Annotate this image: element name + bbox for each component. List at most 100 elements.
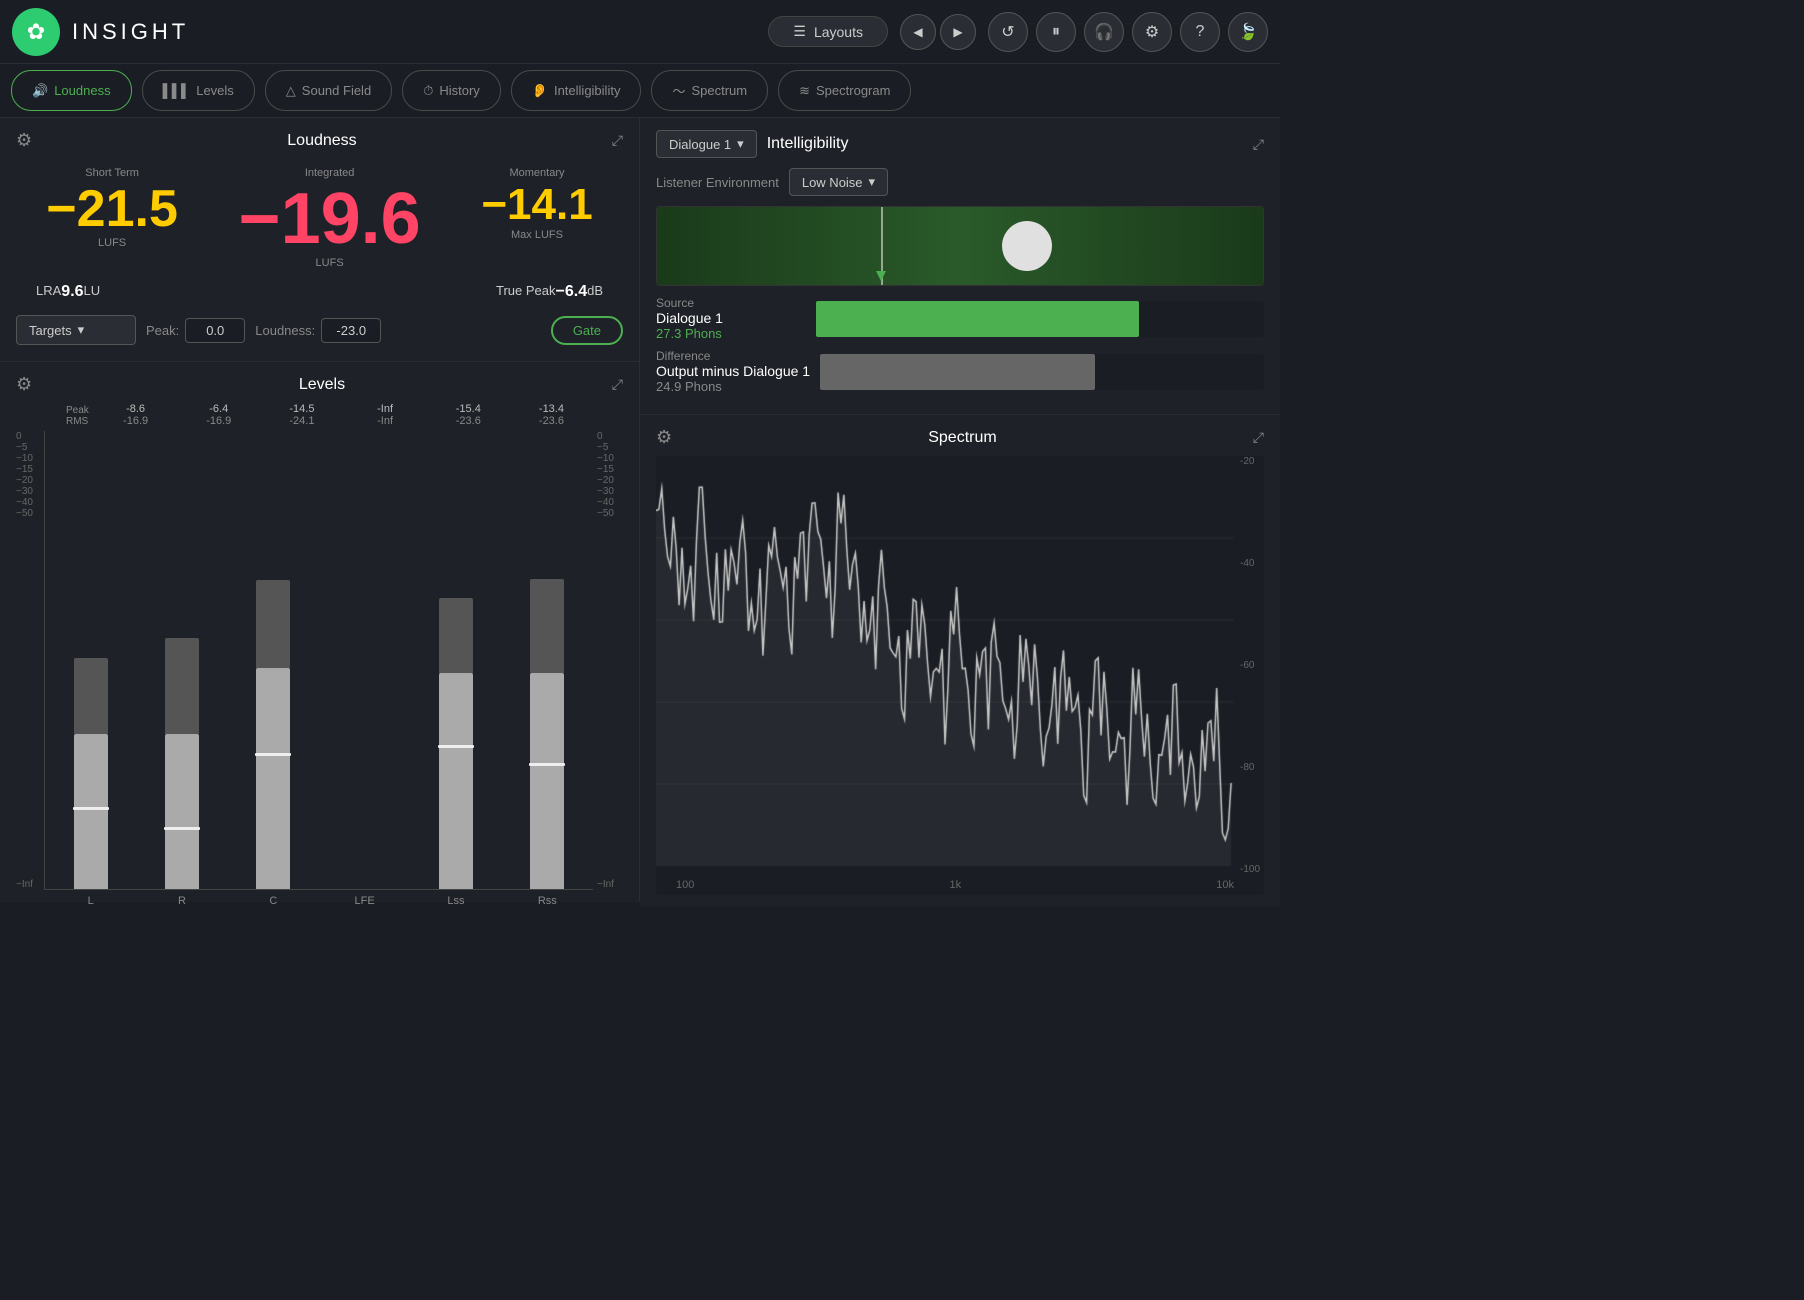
spectrum-chart: -20 -40 -60 -80 -100 100 1k 10k <box>656 456 1264 895</box>
listener-env-dropdown[interactable]: Low Noise ▾ <box>789 168 888 196</box>
bar-rms-r <box>165 734 199 889</box>
diff-bar-container <box>820 354 1264 390</box>
bar-rms-c <box>256 668 290 889</box>
loudness-expand-icon[interactable]: ⤢ <box>612 132 623 149</box>
rms-row-label: RMS <box>66 416 94 427</box>
loudness-header: ⚙ Loudness ⤢ <box>16 130 623 151</box>
bar-peak-rss <box>530 579 564 672</box>
bar-group-r: R <box>136 431 227 889</box>
dialogue-dropdown[interactable]: Dialogue 1 ▾ <box>656 130 757 158</box>
tab-history[interactable]: ⏱ History <box>402 70 501 111</box>
bar-rms-l <box>74 734 108 889</box>
momentary-value: −14.1 <box>481 183 592 227</box>
targets-chevron-icon: ▾ <box>78 322 85 338</box>
rms-val-lss: -23.6 <box>427 415 510 427</box>
hamburger-icon: ☰ <box>793 23 806 40</box>
spectrum-header: ⚙ Spectrum ⤢ <box>656 427 1264 448</box>
short-term-unit: LUFS <box>46 237 178 249</box>
spectrum-gear-icon[interactable]: ⚙ <box>656 427 672 448</box>
bar-peak-r <box>165 638 199 734</box>
diff-phons: 24.9 Phons <box>656 379 810 394</box>
main-content: ⚙ Loudness ⤢ Short Term −21.5 LUFS Integ… <box>0 118 1280 902</box>
peak-val-l: -8.6 <box>94 403 177 415</box>
rms-val-rss: -23.6 <box>510 415 593 427</box>
x-label-1k: 1k <box>949 879 961 891</box>
tabs-bar: 🔊 Loudness ▌▌▌ Levels △ Sound Field ⏱ Hi… <box>0 64 1280 118</box>
tab-spectrum[interactable]: 〜 Spectrum <box>651 70 768 111</box>
channel-value-groups: -8.6 -16.9 -6.4 -16.9 -14.5 -24.1 -Inf -… <box>94 403 593 427</box>
bar-group-lss: Lss <box>410 431 501 889</box>
levels-gear-icon[interactable]: ⚙ <box>16 374 32 395</box>
channel-label-r: R <box>178 895 186 907</box>
peak-field-label: Peak: <box>146 323 179 338</box>
peak-input[interactable] <box>185 318 245 343</box>
peak-field-group: Peak: <box>146 318 245 343</box>
tab-intelligibility[interactable]: 👂 Intelligibility <box>511 70 642 111</box>
rms-val-lfe: -Inf <box>344 415 427 427</box>
nav-arrows: ◀ ▶ <box>900 14 976 50</box>
tab-spectrogram[interactable]: ≋ Spectrogram <box>778 70 911 111</box>
bar-peak-line-r <box>164 827 200 830</box>
nav-back-button[interactable]: ◀ <box>900 14 936 50</box>
header-controls: ↺ ⏸ 🎧 ⚙ ? 🍃 <box>988 12 1268 52</box>
true-peak-label: True Peak <box>496 283 556 301</box>
channel-col-l: -8.6 -16.9 <box>94 403 177 427</box>
bar-group-lfe: LFE <box>319 431 410 889</box>
tab-levels[interactable]: ▌▌▌ Levels <box>142 70 255 111</box>
intel-expand-icon[interactable]: ⤢ <box>1253 136 1264 153</box>
spectrum-canvas <box>656 456 1264 890</box>
channel-label-lss: Lss <box>447 895 464 907</box>
tab-loudness[interactable]: 🔊 Loudness <box>11 70 132 111</box>
y-axis-right: 0−5−10−15−20 −30−40−50−Inf <box>593 431 623 890</box>
sti-gradient <box>657 207 1263 285</box>
bar-peak-lss <box>439 598 473 673</box>
short-term-value: −21.5 <box>46 183 178 235</box>
help-button[interactable]: ? <box>1180 12 1220 52</box>
nav-forward-button[interactable]: ▶ <box>940 14 976 50</box>
spectrum-section: ⚙ Spectrum ⤢ -20 -40 -60 -80 -100 100 1k… <box>640 415 1280 907</box>
diff-bar <box>820 354 1095 390</box>
rms-val-l: -16.9 <box>94 415 177 427</box>
spectrogram-tab-label: Spectrogram <box>816 83 890 98</box>
levels-section: ⚙ Levels ⤢ Peak RMS -8.6 -16.9 -6.4 -16.… <box>0 362 639 902</box>
peak-val-rss: -13.4 <box>510 403 593 415</box>
loudness-input[interactable] <box>321 318 381 343</box>
diff-info: Difference Output minus Dialogue 1 24.9 … <box>656 349 810 394</box>
levels-tab-label: Levels <box>196 83 234 98</box>
source-name: Dialogue 1 <box>656 310 806 326</box>
rms-val-r: -16.9 <box>177 415 260 427</box>
loudness-meters: Short Term −21.5 LUFS Integrated −19.6 L… <box>16 159 623 277</box>
loudness-field-label: Loudness: <box>255 323 315 338</box>
pause-button[interactable]: ⏸ <box>1036 12 1076 52</box>
bar-peak-line-rss <box>529 763 565 766</box>
gate-button[interactable]: Gate <box>551 316 623 345</box>
diff-name: Output minus Dialogue 1 <box>656 363 810 379</box>
settings-button[interactable]: ⚙ <box>1132 12 1172 52</box>
momentary-unit: Max LUFS <box>481 229 592 241</box>
bar-peak-line-lss <box>438 745 474 748</box>
history-tab-label: History <box>439 83 479 98</box>
peak-val-lfe: -Inf <box>344 403 427 415</box>
loudness-field-group: Loudness: <box>255 318 381 343</box>
dialogue-label: Dialogue 1 <box>669 137 731 152</box>
loudness-tab-icon: 🔊 <box>32 83 48 99</box>
reload-button[interactable]: ↺ <box>988 12 1028 52</box>
levels-channel-values: Peak RMS -8.6 -16.9 -6.4 -16.9 -14.5 -24… <box>16 403 623 427</box>
spectrum-expand-icon[interactable]: ⤢ <box>1253 429 1264 446</box>
sti-ball-indicator <box>1002 221 1052 271</box>
spectrum-tab-icon: 〜 <box>672 81 685 100</box>
headphone-button[interactable]: 🎧 <box>1084 12 1124 52</box>
tab-soundfield[interactable]: △ Sound Field <box>265 70 392 111</box>
integrated-value: −19.6 <box>239 183 421 255</box>
loudness-gear-icon[interactable]: ⚙ <box>16 130 32 151</box>
bar-peak-l <box>74 658 108 734</box>
right-panel: Dialogue 1 ▾ Intelligibility ⤢ Listener … <box>640 118 1280 902</box>
loudness-tab-label: Loudness <box>54 83 110 98</box>
layouts-button[interactable]: ☰ Layouts <box>768 16 888 47</box>
source-bar <box>816 301 1139 337</box>
levels-expand-icon[interactable]: ⤢ <box>612 376 623 393</box>
targets-dropdown[interactable]: Targets ▾ <box>16 315 136 345</box>
lra-value: 9.6 <box>61 283 83 301</box>
momentary-label: Momentary <box>481 167 592 179</box>
spectrum-x-labels: 100 1k 10k <box>676 879 1234 891</box>
